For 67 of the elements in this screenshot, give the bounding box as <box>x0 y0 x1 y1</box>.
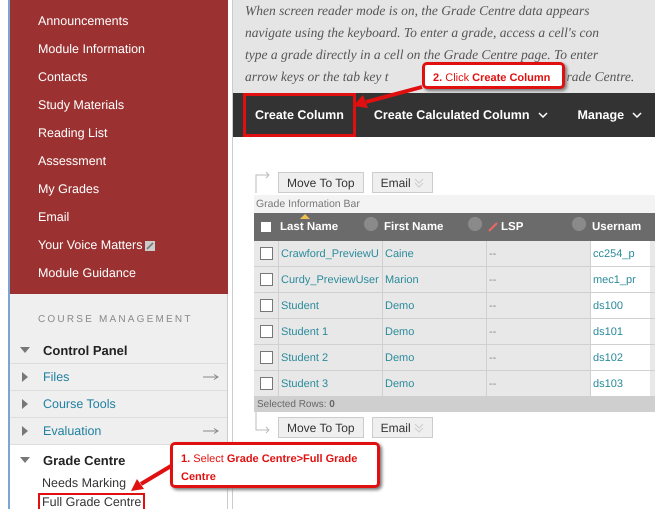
grade-cell: -- <box>489 300 496 312</box>
row-checkbox[interactable] <box>260 351 272 364</box>
course-menu-link[interactable]: Reading List <box>38 126 108 140</box>
move-to-top-button[interactable]: Move To Top <box>278 172 364 193</box>
course-menu-link[interactable]: Announcements <box>38 14 128 28</box>
callout-text: 2. Click Create Column <box>433 72 550 84</box>
collapsed-triangle-icon[interactable] <box>20 372 30 382</box>
toolbar-button[interactable]: Create Column <box>243 93 356 137</box>
course-menu-link[interactable]: Module Guidance <box>38 266 136 280</box>
grade-cell: -- <box>489 352 496 364</box>
instruction-text: navigate using the keyboard. To enter a grade, access a cell's con <box>245 24 599 42</box>
row-checkbox[interactable] <box>260 325 272 338</box>
course-menu-link[interactable]: Study Materials <box>38 98 124 112</box>
email-menu-button[interactable]: Email <box>372 417 433 438</box>
instruction-text: type a grade directly in a cell on the Grade Centre page. To enter <box>245 46 598 64</box>
toolbar-button[interactable]: Manage <box>566 93 654 137</box>
row-checkbox[interactable] <box>260 299 272 312</box>
right-arrow-icon[interactable] <box>203 374 219 380</box>
sort-arrow-icon[interactable] <box>300 214 310 219</box>
section-label[interactable]: Grade Centre <box>43 452 126 468</box>
instruction-text: When screen reader mode is on, the Grade Centre data appears <box>245 2 590 20</box>
course-menu-link[interactable]: Module Information <box>38 42 146 56</box>
column-header[interactable]: Usernam <box>592 221 642 233</box>
tool-link[interactable]: Files <box>43 370 70 384</box>
callout-text: 1. Select Grade Centre>Full Grade Centre <box>181 453 358 483</box>
collapsed-triangle-icon[interactable] <box>20 399 30 409</box>
grade-cell: -- <box>489 326 496 338</box>
header-checkbox[interactable] <box>261 222 271 232</box>
course-menu-link[interactable]: My Grades <box>38 182 100 196</box>
selected-rows-count: Selected Rows: 0 <box>256 399 335 410</box>
row-checkbox[interactable] <box>260 273 272 286</box>
table-cell: Demo <box>385 300 414 312</box>
instruction-text: rade Centre. <box>566 68 634 86</box>
expanded-triangle-icon[interactable] <box>20 345 30 355</box>
grade-cell: -- <box>489 378 496 390</box>
section-heading: COURSE MANAGEMENT <box>37 314 194 325</box>
column-header[interactable]: LSP <box>501 221 524 233</box>
email-menu-button[interactable]: Email <box>372 172 433 193</box>
grade-cell: -- <box>489 274 496 286</box>
table-cell: Demo <box>385 352 414 364</box>
chevron-down-icon[interactable] <box>632 112 642 118</box>
chevron-down-icon[interactable] <box>538 112 548 118</box>
tool-link[interactable]: Evaluation <box>43 424 102 438</box>
table-cell: Marion <box>385 274 419 286</box>
move-to-top-button[interactable]: Move To Top <box>278 417 364 438</box>
table-cell: Caine <box>385 248 414 260</box>
column-header[interactable]: Last Name <box>280 221 338 233</box>
course-menu-link[interactable]: Contacts <box>38 70 88 84</box>
toolbar-button[interactable]: Create Calculated Column <box>362 93 560 137</box>
course-menu-link[interactable]: Assessment <box>38 154 106 168</box>
course-menu-link[interactable]: Email <box>38 210 70 224</box>
info-bar-label: Grade Information Bar <box>255 198 360 210</box>
course-menu-link[interactable]: Your Voice Matters <box>38 238 142 252</box>
grade-cell: -- <box>489 248 496 260</box>
table-cell: Demo <box>385 378 414 390</box>
collapsed-triangle-icon[interactable] <box>20 426 30 436</box>
instruction-text: arrow keys or the tab key t <box>245 68 388 86</box>
right-arrow-icon[interactable] <box>203 428 219 434</box>
submenu-link[interactable]: Full Grade Centre <box>38 493 146 509</box>
row-checkbox[interactable] <box>260 377 272 390</box>
control-panel-label[interactable]: Control Panel <box>43 342 128 358</box>
table-cell: Demo <box>385 326 414 338</box>
column-header[interactable]: First Name <box>384 221 444 233</box>
row-checkbox[interactable] <box>260 247 272 260</box>
submenu-link[interactable]: Needs Marking <box>38 474 130 492</box>
expanded-triangle-icon[interactable] <box>20 455 30 465</box>
tool-link[interactable]: Course Tools <box>43 397 116 411</box>
